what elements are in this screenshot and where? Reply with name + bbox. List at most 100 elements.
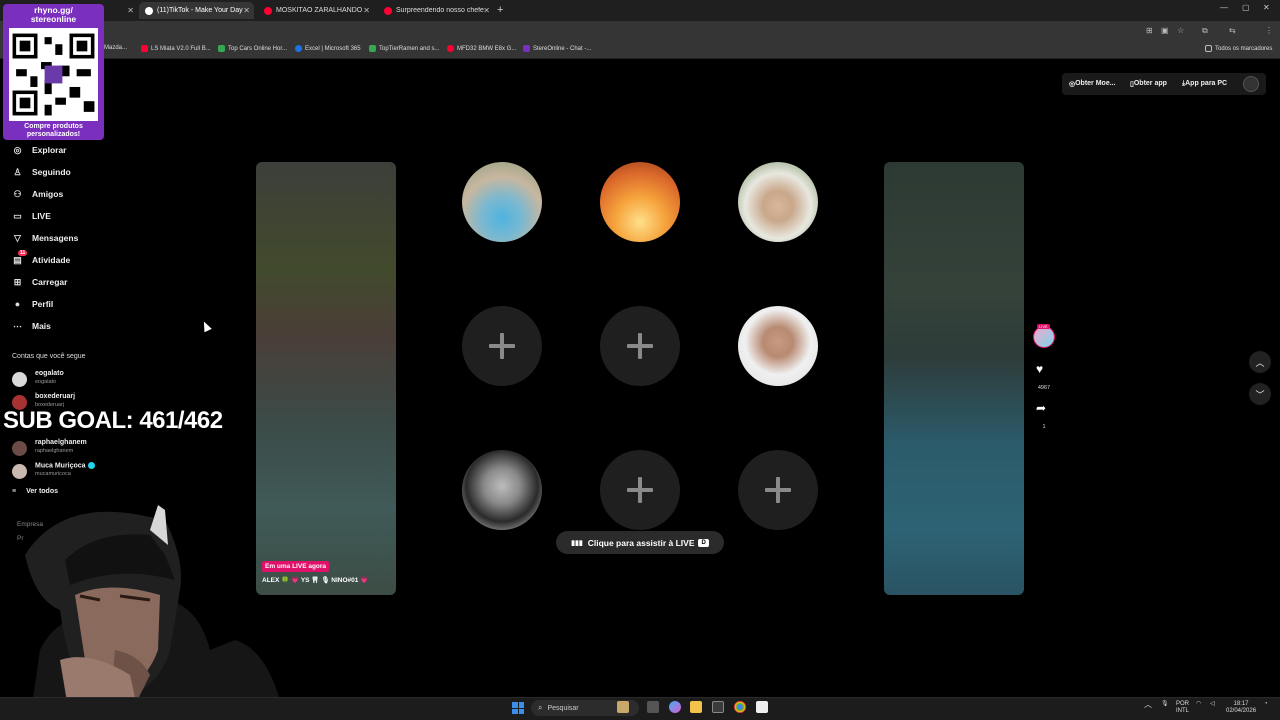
- copilot-icon[interactable]: [669, 701, 681, 713]
- close-icon[interactable]: ✕: [127, 6, 134, 15]
- sidebar-item-mais[interactable]: ⋯ Mais: [12, 319, 51, 333]
- tab-tiktok[interactable]: (11) TikTok - Make Your Day ✕: [139, 2, 254, 19]
- add-guest-slot[interactable]: [738, 450, 818, 530]
- guest-slot-3[interactable]: [738, 162, 818, 242]
- youtube-icon: [384, 6, 392, 15]
- lang-line-1: POR: [1176, 701, 1190, 707]
- scroll-up-button[interactable]: ︿: [1249, 351, 1271, 373]
- minimize-icon[interactable]: —: [1220, 3, 1228, 12]
- address-bar-row[interactable]: [0, 21, 1280, 41]
- tab-title: Surpreendendo nosso chefe co: [396, 7, 484, 14]
- chrome-icon[interactable]: [734, 701, 746, 713]
- messages-icon: ▽: [14, 232, 21, 243]
- heart-icon[interactable]: ♥: [1036, 362, 1043, 376]
- store-icon[interactable]: [712, 701, 724, 713]
- add-guest-slot[interactable]: [600, 450, 680, 530]
- pc-app-button[interactable]: ⤓ App para PC: [1182, 80, 1227, 88]
- guest-slot-5[interactable]: [462, 450, 542, 530]
- bookmark-item[interactable]: Mazda...: [104, 45, 127, 51]
- profile-icon[interactable]: ⇆: [1229, 26, 1236, 35]
- menu-icon[interactable]: ⋮: [1265, 26, 1273, 35]
- bookmark-item[interactable]: TopTierRamen and s...: [369, 45, 439, 52]
- sidebar-item-seguindo[interactable]: ♙ Seguindo: [12, 165, 70, 179]
- watch-live-button[interactable]: ▮▮▮ Clique para assistir à LIVE D: [556, 531, 724, 554]
- share-count: 1: [1042, 424, 1046, 430]
- language-indicator[interactable]: POR INTL: [1176, 701, 1189, 715]
- sidebar-item-atividade[interactable]: ▤ 11 Atividade: [12, 249, 70, 267]
- tab-partial[interactable]: ✕: [108, 2, 138, 19]
- cast-icon[interactable]: ▣: [1161, 26, 1169, 35]
- task-view-icon[interactable]: [647, 701, 659, 713]
- search-icon: ⌕: [538, 703, 543, 712]
- bookmark-label: Todos os marcadores: [1215, 45, 1273, 52]
- get-coins-button[interactable]: ◎ Obter Moe...: [1069, 80, 1116, 88]
- close-window-icon[interactable]: ✕: [1263, 3, 1270, 12]
- more-icon: ⋯: [13, 320, 22, 331]
- account-name: boxederuarj: [35, 393, 76, 400]
- avatar: [12, 441, 27, 456]
- notification-icon[interactable]: ◔: [1264, 701, 1268, 708]
- add-guest-slot[interactable]: [600, 306, 680, 386]
- guest-slot-2[interactable]: [600, 162, 680, 242]
- qr-title-line-2: stereonline: [30, 14, 77, 24]
- all-bookmarks[interactable]: Todos os marcadores: [1205, 45, 1272, 52]
- user-avatar[interactable]: [1243, 76, 1259, 92]
- add-guest-slot[interactable]: [462, 306, 542, 386]
- bookmark-item[interactable]: MFD32 BMW E8x G...: [447, 45, 516, 52]
- close-icon[interactable]: ✕: [243, 6, 250, 15]
- following-section-title: Contas que você segue: [12, 353, 86, 360]
- close-icon[interactable]: ✕: [483, 6, 490, 15]
- guest-slot-4[interactable]: [738, 306, 818, 386]
- creator-avatar[interactable]: LIVE: [1033, 324, 1055, 348]
- star-icon[interactable]: ☆: [1177, 26, 1184, 35]
- folder-icon: [1205, 45, 1212, 52]
- avatar: [12, 464, 27, 479]
- sidebar-item-explorar[interactable]: ◎ Explorar: [12, 143, 67, 157]
- bookmark-item[interactable]: LS Miata V2.0 Full B...: [141, 45, 211, 52]
- like-count: 4967: [1037, 385, 1051, 391]
- microphone-icon[interactable]: 🎙: [1161, 701, 1169, 708]
- sidebar-item-perfil[interactable]: ● Perfil: [12, 297, 53, 311]
- compass-icon: ◎: [13, 144, 22, 155]
- volume-icon[interactable]: ◁: [1210, 701, 1215, 708]
- bookmark-label: Top Cars Online Hor...: [228, 45, 288, 52]
- avatar: [12, 372, 27, 387]
- windows-start-icon[interactable]: [512, 702, 524, 714]
- file-explorer-icon[interactable]: [690, 701, 702, 713]
- guest-slot-1[interactable]: [462, 162, 542, 242]
- clock[interactable]: 18:17 02/04/2026: [1226, 701, 1256, 715]
- activity-icon: ▤ 11: [13, 249, 28, 265]
- get-app-button[interactable]: ▯ Obter app: [1130, 80, 1167, 88]
- nav-label: LIVE: [32, 211, 51, 221]
- youtube-icon: [141, 45, 148, 52]
- sidebar-item-carregar[interactable]: ⊞ Carregar: [12, 275, 68, 289]
- sidebar-item-amigos[interactable]: ⚇ Amigos: [12, 187, 63, 201]
- bookmark-item[interactable]: Top Cars Online Hor...: [218, 45, 287, 52]
- bookmark-item[interactable]: Excel | Microsoft 365: [295, 45, 361, 52]
- next-live-preview[interactable]: [884, 162, 1024, 595]
- lang-line-2: INTL: [1176, 708, 1190, 714]
- extensions-icon[interactable]: ⧉: [1202, 26, 1208, 36]
- qr-title: rhyno.gg/stereonline: [3, 6, 104, 24]
- wifi-icon[interactable]: ◠: [1196, 701, 1201, 708]
- translate-icon[interactable]: ⊞: [1146, 26, 1153, 35]
- tab-title: MOSKITAO ZARALHANDO AS: [276, 7, 364, 14]
- live-tag: LIVE: [1037, 324, 1050, 329]
- sidebar-item-mensagens[interactable]: ▽ Mensagens: [12, 231, 78, 245]
- app-icon[interactable]: [756, 701, 768, 713]
- maximize-icon[interactable]: ▢: [1242, 3, 1250, 12]
- sidebar-item-live[interactable]: ▭ LIVE: [12, 209, 51, 223]
- share-icon[interactable]: ➦: [1036, 401, 1046, 415]
- see-all-link[interactable]: ≡ Ver todos: [12, 488, 58, 495]
- widgets-icon[interactable]: [617, 701, 629, 713]
- bookmark-item[interactable]: StereOnline - Chat -...: [523, 45, 591, 52]
- scroll-down-button[interactable]: ﹀: [1249, 383, 1271, 405]
- tab-youtube-2[interactable]: Surpreendendo nosso chefe co ✕: [378, 2, 494, 19]
- account-name-text: Muca Muriçoca: [35, 462, 86, 470]
- new-tab-icon[interactable]: +: [497, 4, 503, 16]
- tray-chevron-icon[interactable]: ︿: [1144, 701, 1152, 709]
- clock-date: 02/04/2026: [1226, 708, 1257, 714]
- tab-youtube-1[interactable]: MOSKITAO ZARALHANDO AS ✕: [258, 2, 374, 19]
- friends-icon: ⚇: [13, 188, 22, 199]
- close-icon[interactable]: ✕: [363, 6, 370, 15]
